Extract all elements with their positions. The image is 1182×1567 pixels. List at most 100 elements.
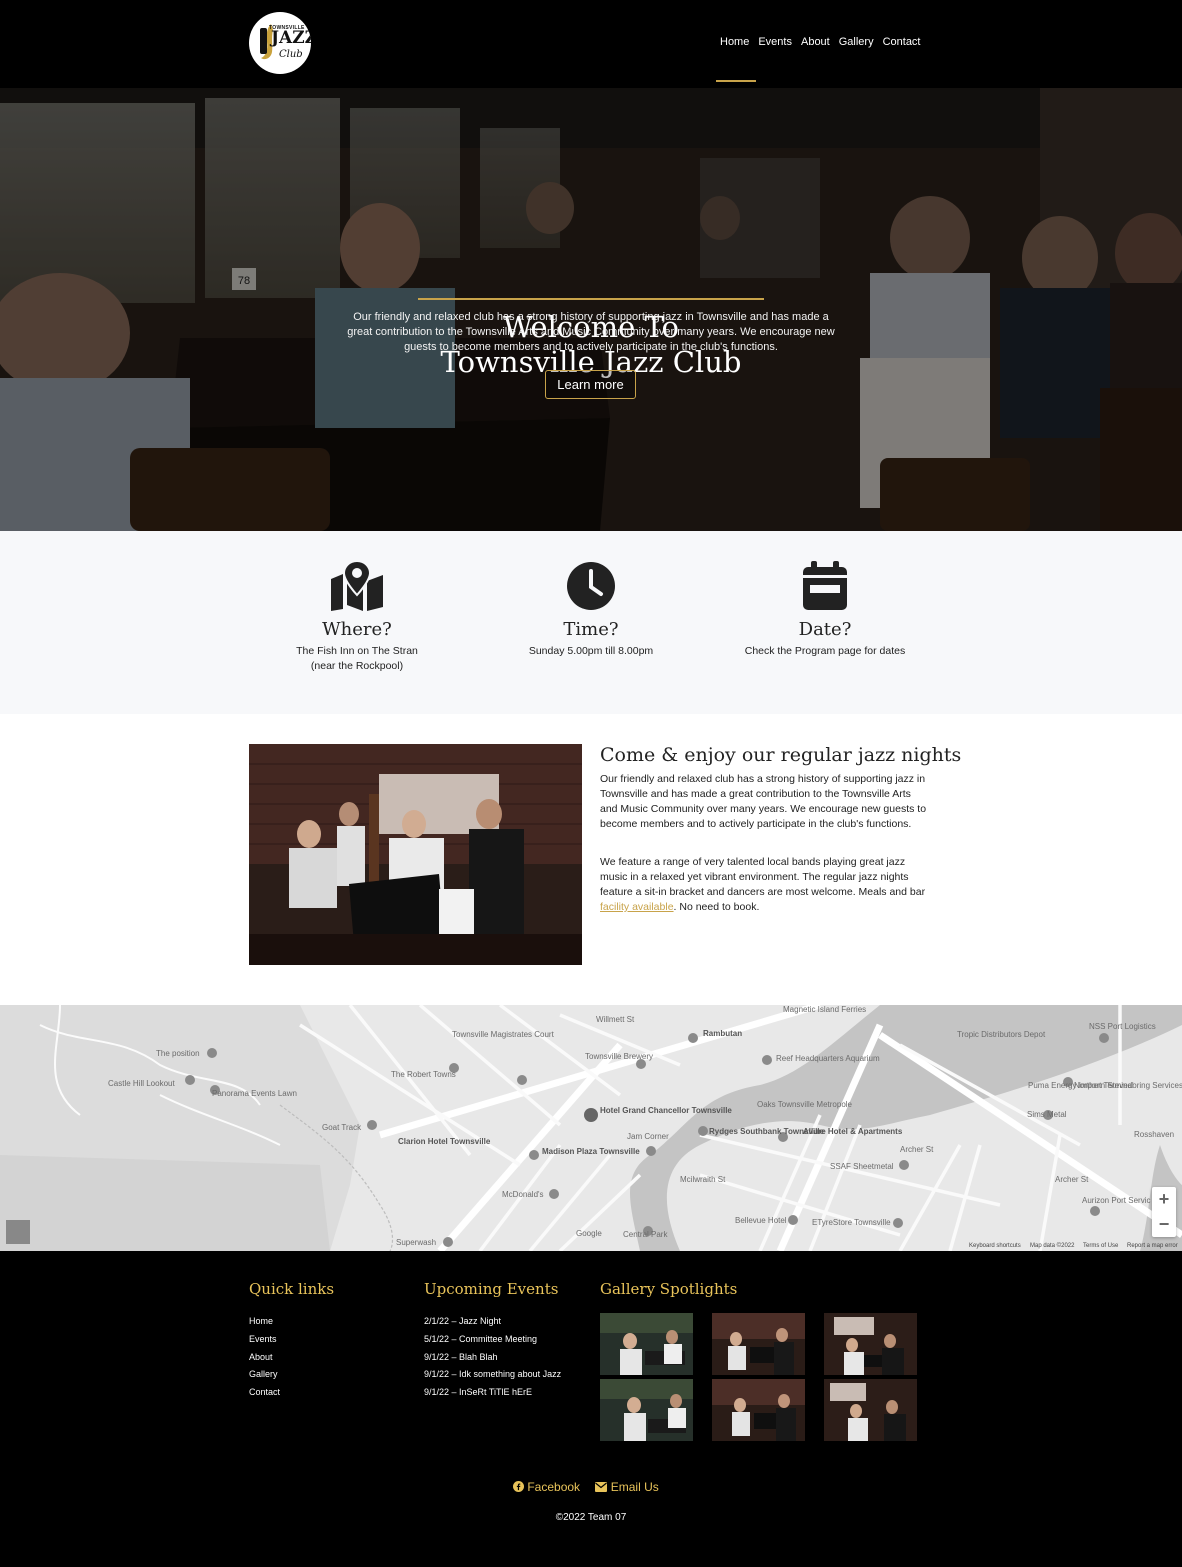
facebook-icon bbox=[513, 1481, 524, 1492]
map-label: Google bbox=[576, 1229, 602, 1238]
map-data-credit: Map data ©2022 bbox=[1030, 1243, 1075, 1249]
logo-main-word: JAZZ bbox=[271, 28, 311, 48]
map-label: Sims Metal bbox=[1027, 1110, 1067, 1119]
event-item[interactable]: 9/1/22 – Blah Blah bbox=[424, 1349, 561, 1367]
map-label: Townsville Brewery bbox=[585, 1052, 654, 1061]
email-link[interactable]: Email Us bbox=[595, 1480, 659, 1494]
map-label: Oaks Townsville Metropole bbox=[757, 1100, 853, 1109]
map-label: SSAF Sheetmetal bbox=[830, 1162, 894, 1171]
street-label: Willmett St bbox=[596, 1015, 635, 1024]
about-section: Come & enjoy our regular jazz nights Our… bbox=[0, 714, 1182, 1005]
terms-link[interactable]: Terms of Use bbox=[1083, 1243, 1118, 1249]
facebook-label: Facebook bbox=[527, 1480, 581, 1494]
site-header: TOWNSVILLE JAZZ Club Home Events About G… bbox=[0, 0, 1182, 88]
embedded-map[interactable]: Magnetic Island Ferries Tropic Distribut… bbox=[0, 1005, 1182, 1251]
nav-active-indicator bbox=[716, 80, 756, 82]
keyboard-shortcuts-link[interactable]: Keyboard shortcuts bbox=[969, 1243, 1021, 1249]
map-label: Townsville Magistrates Court bbox=[452, 1030, 554, 1039]
nav-about[interactable]: About bbox=[801, 36, 830, 48]
street-label: Mcilwraith St bbox=[680, 1175, 726, 1184]
street-label: Archer St bbox=[900, 1145, 934, 1154]
quick-links-title: Quick links bbox=[249, 1280, 335, 1298]
email-label: Email Us bbox=[610, 1480, 659, 1494]
nav-home[interactable]: Home bbox=[720, 36, 749, 48]
footer-link-about[interactable]: About bbox=[249, 1349, 280, 1367]
facility-link[interactable]: facility available bbox=[600, 901, 674, 913]
about-paragraph-2-text: We feature a range of very talented loca… bbox=[600, 856, 926, 898]
report-error-link[interactable]: Report a map error bbox=[1127, 1243, 1178, 1249]
calendar-icon bbox=[803, 561, 847, 610]
gallery-thumbnail[interactable] bbox=[712, 1379, 805, 1441]
map-label: Aurizon Port Servic bbox=[1082, 1196, 1151, 1205]
gallery-thumbnail[interactable] bbox=[712, 1313, 805, 1375]
map-label: Rosshaven bbox=[1134, 1130, 1175, 1139]
events-list: 2/1/22 – Jazz Night 5/1/22 – Committee M… bbox=[424, 1313, 561, 1402]
hero-divider bbox=[418, 298, 764, 300]
nav-events[interactable]: Events bbox=[758, 36, 792, 48]
map-label: Castle Hill Lookout bbox=[108, 1079, 175, 1088]
footer-link-contact[interactable]: Contact bbox=[249, 1384, 280, 1402]
map-label: Tropic Distributors Depot bbox=[957, 1030, 1046, 1039]
about-paragraph-2: We feature a range of very talented loca… bbox=[600, 855, 930, 915]
where-block: Where? The Fish Inn on The Stran (near t… bbox=[257, 561, 457, 674]
copyright: ©2022 Team 07 bbox=[555, 1512, 627, 1523]
event-item[interactable]: 5/1/22 – Committee Meeting bbox=[424, 1331, 561, 1349]
band-photo bbox=[249, 744, 582, 965]
clock-icon bbox=[567, 562, 615, 610]
about-paragraph-2-end: . No need to book. bbox=[673, 901, 760, 913]
map-label: Jam Corner bbox=[627, 1132, 669, 1141]
footer-link-home[interactable]: Home bbox=[249, 1313, 280, 1331]
logo-sub-word: Club bbox=[279, 49, 303, 60]
upcoming-events-title: Upcoming Events bbox=[424, 1280, 559, 1298]
map-label: The position bbox=[156, 1049, 200, 1058]
gallery-spotlights-title: Gallery Spotlights bbox=[600, 1280, 738, 1298]
map-label: Northern Stevedoring Services bbox=[1074, 1081, 1182, 1090]
about-paragraph-1: Our friendly and relaxed club has a stro… bbox=[600, 773, 927, 830]
email-icon bbox=[595, 1482, 608, 1492]
quick-links-list: Home Events About Gallery Contact bbox=[249, 1313, 280, 1402]
gallery-thumbnail[interactable] bbox=[600, 1313, 693, 1375]
street-label: Archer St bbox=[1055, 1175, 1089, 1184]
map-label: Madison Plaza Townsville bbox=[542, 1147, 640, 1156]
map-label: Allure Hotel & Apartments bbox=[803, 1127, 903, 1136]
map-canvas[interactable] bbox=[0, 1005, 1182, 1251]
map-label: McDonald's bbox=[502, 1190, 544, 1199]
map-label: ETyreStore Townsville bbox=[812, 1218, 891, 1227]
gallery-thumbnail[interactable] bbox=[824, 1379, 917, 1441]
footer-link-events[interactable]: Events bbox=[249, 1331, 280, 1349]
map-label: NSS Port Logistics bbox=[1089, 1022, 1156, 1031]
map-label: Bellevue Hotel bbox=[735, 1216, 787, 1225]
zoom-out-button[interactable]: − bbox=[1152, 1212, 1176, 1237]
date-title: Date? bbox=[798, 619, 852, 640]
hero-description: Our friendly and relaxed club has a stro… bbox=[347, 311, 835, 353]
map-label: Rambutan bbox=[703, 1029, 743, 1038]
map-zoom-controls: + − bbox=[1152, 1187, 1176, 1237]
event-item[interactable]: 9/1/22 – Idk something about Jazz bbox=[424, 1366, 561, 1384]
date-block: Date? Check the Program page for dates bbox=[725, 561, 925, 659]
where-title: Where? bbox=[322, 619, 392, 640]
zoom-in-button[interactable]: + bbox=[1152, 1187, 1176, 1212]
club-logo[interactable]: TOWNSVILLE JAZZ Club bbox=[249, 12, 311, 74]
map-label: Clarion Hotel Townsville bbox=[398, 1137, 491, 1146]
learn-more-button[interactable]: Learn more bbox=[545, 370, 636, 399]
map-pin-icon bbox=[331, 561, 383, 611]
gallery-thumbnail[interactable] bbox=[600, 1379, 693, 1441]
where-line2: (near the Rockpool) bbox=[310, 660, 404, 672]
info-strip: Where? The Fish Inn on The Stran (near t… bbox=[0, 531, 1182, 714]
gallery-thumbnail[interactable] bbox=[824, 1313, 917, 1375]
social-links: Facebook Email Us bbox=[513, 1480, 671, 1494]
footer-link-gallery[interactable]: Gallery bbox=[249, 1366, 280, 1384]
facebook-link[interactable]: Facebook bbox=[513, 1480, 580, 1494]
main-nav: Home Events About Gallery Contact bbox=[720, 36, 930, 48]
time-title: Time? bbox=[563, 619, 619, 640]
map-label: Goat Track bbox=[322, 1123, 362, 1132]
map-label: The Robert Towns bbox=[391, 1070, 456, 1079]
time-block: Time? Sunday 5.00pm till 8.00pm bbox=[491, 561, 691, 659]
time-line1: Sunday 5.00pm till 8.00pm bbox=[528, 645, 654, 657]
map-label: Magnetic Island Ferries bbox=[783, 1005, 867, 1014]
event-item[interactable]: 9/1/22 – InSeRt TiTlE hErE bbox=[424, 1384, 561, 1402]
map-label: Hotel Grand Chancellor Townsville bbox=[600, 1106, 732, 1115]
nav-gallery[interactable]: Gallery bbox=[839, 36, 874, 48]
nav-contact[interactable]: Contact bbox=[883, 36, 921, 48]
event-item[interactable]: 2/1/22 – Jazz Night bbox=[424, 1313, 561, 1331]
